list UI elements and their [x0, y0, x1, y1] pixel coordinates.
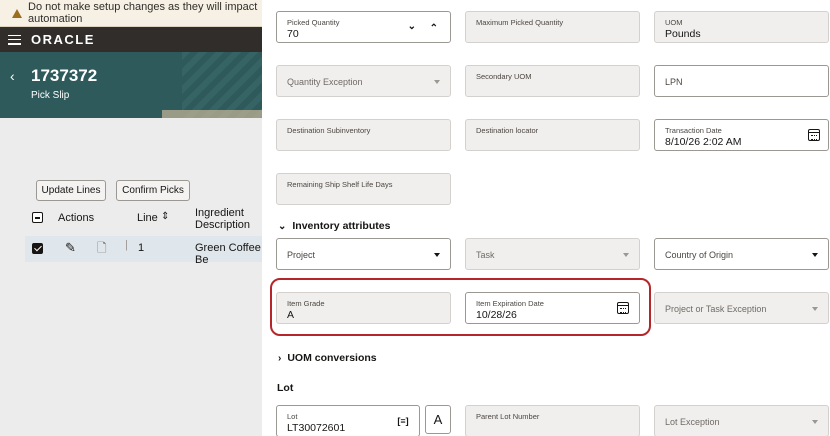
uom-field: UOM Pounds: [654, 11, 829, 43]
max-picked-quantity-field: Maximum Picked Quantity: [465, 11, 640, 43]
country-of-origin-select[interactable]: Country of Origin: [654, 238, 829, 270]
destination-subinventory-label: Destination Subinventory: [287, 126, 371, 135]
column-header-ingredient: Ingredient: [195, 207, 244, 219]
increment-chevron-up-icon[interactable]: ⌃: [430, 23, 438, 34]
global-header: ORACLE: [0, 27, 262, 52]
inventory-attributes-toggle[interactable]: ⌄ Inventory attributes: [278, 220, 390, 232]
project-placeholder: Project: [287, 250, 316, 260]
inventory-attributes-title: Inventory attributes: [292, 220, 391, 232]
uom-conversions-toggle[interactable]: › UOM conversions: [278, 352, 377, 364]
column-header-line[interactable]: Line: [137, 212, 158, 224]
select-all-checkbox[interactable]: [32, 212, 43, 223]
page-subtitle: Pick Slip: [31, 90, 70, 101]
chevron-right-icon: ›: [278, 352, 282, 364]
row-line-number: 1: [138, 242, 145, 254]
parent-lot-number-label: Parent Lot Number: [476, 412, 540, 421]
secondary-uom-field: Secondary UOM: [465, 65, 640, 97]
warning-text: Do not make setup changes as they will i…: [28, 1, 258, 25]
picked-quantity-label: Picked Quantity: [287, 18, 340, 27]
task-select: Task: [465, 238, 640, 270]
edit-pencil-icon[interactable]: ✎: [65, 240, 76, 256]
pick-line-drawer: Picked Quantity 70 ⌄ ⌃ Maximum Picked Qu…: [262, 0, 830, 436]
column-header-actions: Actions: [58, 212, 95, 224]
action-divider: |: [125, 239, 128, 251]
country-of-origin-placeholder: Country of Origin: [665, 250, 734, 260]
dropdown-caret-icon: [434, 80, 440, 84]
calendar-clock-icon[interactable]: [808, 129, 820, 141]
item-expiration-date-label: Item Expiration Date: [476, 299, 544, 308]
dropdown-caret-icon: [812, 253, 818, 257]
parent-lot-number-field: Parent Lot Number: [465, 405, 640, 436]
uom-label: UOM: [665, 18, 683, 27]
dropdown-caret-icon: [812, 420, 818, 424]
page-title: 1737372: [31, 66, 98, 85]
destination-subinventory-field: Destination Subinventory: [276, 119, 451, 151]
item-expiration-date-field[interactable]: Item Expiration Date 10/28/26: [465, 292, 640, 324]
pick-slip-body: Update Lines Confirm Picks Actions Line …: [0, 118, 262, 436]
picked-quantity-value: 70: [287, 28, 299, 40]
text-format-button[interactable]: A: [425, 405, 451, 434]
dropdown-caret-icon: [434, 253, 440, 257]
row-checkbox[interactable]: [32, 243, 43, 254]
dropdown-caret-icon: [623, 253, 629, 257]
item-expiration-date-value: 10/28/26: [476, 309, 517, 321]
lot-section-title: Lot: [277, 382, 294, 394]
project-task-exception-select: Project or Task Exception: [654, 292, 829, 324]
header-pattern-strip: [162, 110, 262, 118]
confirm-picks-button[interactable]: Confirm Picks: [116, 180, 190, 201]
uom-value: Pounds: [665, 28, 701, 40]
remaining-shelf-life-label: Remaining Ship Shelf Life Days: [287, 180, 393, 189]
project-task-exception-placeholder: Project or Task Exception: [665, 304, 767, 314]
lpn-placeholder: LPN: [665, 77, 683, 87]
hamburger-menu-icon[interactable]: [8, 34, 21, 45]
item-grade-label: Item Grade: [287, 299, 325, 308]
transaction-date-value: 8/10/26 2:02 AM: [665, 136, 742, 148]
lot-input[interactable]: Lot LT30072601 [≡]: [276, 405, 420, 436]
picked-quantity-field[interactable]: Picked Quantity 70 ⌄ ⌃: [276, 11, 451, 43]
transaction-date-label: Transaction Date: [665, 126, 722, 135]
oracle-logo: ORACLE: [31, 32, 95, 47]
barcode-scan-icon[interactable]: [≡]: [397, 415, 409, 427]
quantity-exception-placeholder: Quantity Exception: [287, 77, 363, 87]
dropdown-caret-icon: [812, 307, 818, 311]
destination-locator-label: Destination locator: [476, 126, 539, 135]
sort-icon[interactable]: ⇕: [161, 211, 169, 222]
uom-conversions-title: UOM conversions: [287, 352, 377, 364]
header-pattern: [182, 52, 262, 118]
project-select[interactable]: Project: [276, 238, 451, 270]
add-document-icon[interactable]: 🗋: [97, 239, 107, 260]
remaining-shelf-life-field: Remaining Ship Shelf Life Days: [276, 173, 451, 205]
page-header: ‹ 1737372 Pick Slip: [0, 52, 262, 118]
warning-banner: Do not make setup changes as they will i…: [0, 0, 262, 27]
lot-exception-placeholder: Lot Exception: [665, 417, 720, 427]
secondary-uom-label: Secondary UOM: [476, 72, 532, 81]
lot-value: LT30072601: [287, 422, 346, 434]
decrement-chevron-down-icon[interactable]: ⌄: [408, 21, 416, 32]
calendar-icon[interactable]: [617, 302, 629, 314]
task-placeholder: Task: [476, 250, 495, 260]
chevron-down-icon: ⌄: [278, 220, 287, 232]
update-lines-button[interactable]: Update Lines: [36, 180, 106, 201]
quantity-exception-select: Quantity Exception: [276, 65, 451, 97]
lpn-input[interactable]: LPN: [654, 65, 829, 97]
item-grade-field: Item Grade A: [276, 292, 451, 324]
destination-locator-field: Destination locator: [465, 119, 640, 151]
lot-exception-select: Lot Exception: [654, 405, 829, 436]
transaction-date-field[interactable]: Transaction Date 8/10/26 2:02 AM: [654, 119, 829, 151]
row-ingredient: Green Coffee Be: [195, 242, 261, 266]
max-picked-quantity-label: Maximum Picked Quantity: [476, 18, 564, 27]
back-chevron-icon[interactable]: ‹: [10, 68, 15, 84]
column-header-description: Description: [195, 219, 251, 231]
lot-label: Lot: [287, 412, 298, 421]
item-grade-value: A: [287, 309, 295, 321]
warning-icon: [12, 8, 22, 18]
